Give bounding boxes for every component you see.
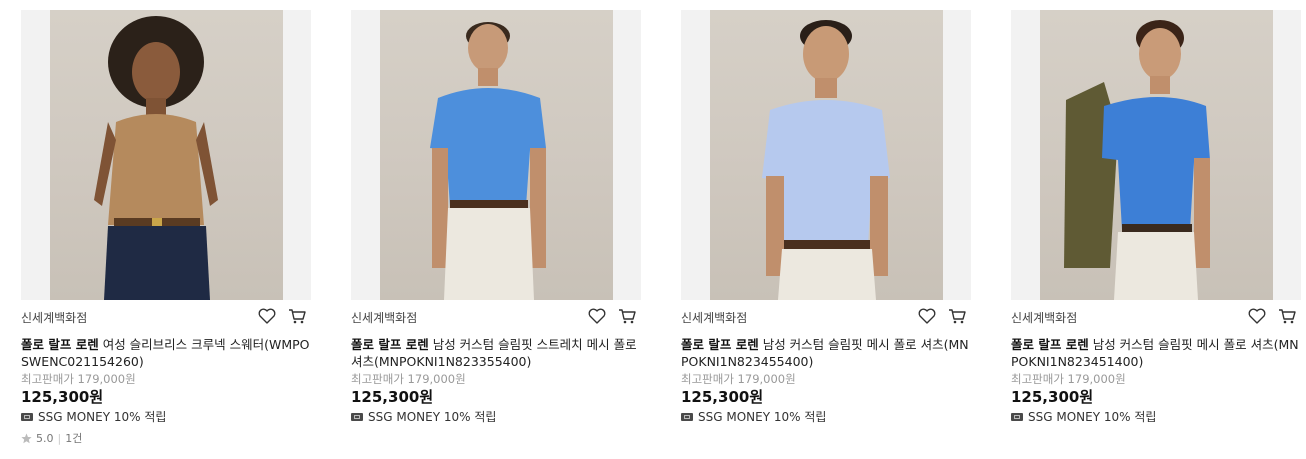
- ssg-money-icon: [21, 413, 33, 421]
- star-icon: [21, 433, 32, 443]
- rating-row: 5.0 | 1건: [21, 430, 311, 446]
- promo-badge: SSG MONEY 10% 적립: [351, 409, 641, 425]
- product-photo: [380, 10, 613, 300]
- ssg-money-icon: [681, 413, 693, 421]
- product-meta: 신세계백화점: [351, 306, 641, 334]
- sale-price: 125,300원: [1011, 388, 1094, 406]
- product-card[interactable]: 신세계백화점 폴로 랄프 로렌 남성 커스텀 슬림핏 메시 폴로 셔츠(MNPO…: [1011, 10, 1301, 425]
- product-title[interactable]: 폴로 랄프 로렌 여성 슬리브리스 크루넥 스웨터(WMPOSWENC02115…: [21, 336, 311, 370]
- seller-name: 신세계백화점: [21, 311, 88, 325]
- product-image[interactable]: [21, 10, 311, 300]
- product-card[interactable]: 신세계백화점 폴로 랄프 로렌 남성 커스텀 슬림핏 스트레치 메시 폴로셔츠(…: [351, 10, 641, 425]
- original-price: 최고판매가 179,000원: [21, 372, 136, 386]
- promo-text: SSG MONEY 10% 적립: [698, 410, 827, 424]
- sale-price: 125,300원: [681, 388, 764, 406]
- product-meta: 신세계백화점: [1011, 306, 1301, 334]
- heart-icon[interactable]: [1247, 306, 1267, 326]
- review-count: 1건: [65, 432, 83, 445]
- brand-name: 폴로 랄프 로렌: [21, 337, 99, 352]
- rating-score: 5.0: [36, 431, 54, 445]
- product-photo: [50, 10, 283, 300]
- promo-text: SSG MONEY 10% 적립: [368, 410, 497, 424]
- product-meta: 신세계백화점: [21, 306, 311, 334]
- product-title[interactable]: 폴로 랄프 로렌 남성 커스텀 슬림핏 스트레치 메시 폴로셔츠(MNPOKNI…: [351, 336, 641, 370]
- seller-name: 신세계백화점: [681, 311, 748, 325]
- promo-badge: SSG MONEY 10% 적립: [1011, 409, 1301, 425]
- product-title[interactable]: 폴로 랄프 로렌 남성 커스텀 슬림핏 메시 폴로 셔츠(MNPOKNI1N82…: [681, 336, 971, 370]
- cart-icon[interactable]: [287, 306, 307, 326]
- product-title[interactable]: 폴로 랄프 로렌 남성 커스텀 슬림핏 메시 폴로 셔츠(MNPOKNI1N82…: [1011, 336, 1301, 370]
- product-card[interactable]: 신세계백화점 폴로 랄프 로렌 여성 슬리브리스 크루넥 스웨터(WMPOSWE…: [21, 10, 311, 446]
- product-meta: 신세계백화점: [681, 306, 971, 334]
- brand-name: 폴로 랄프 로렌: [1011, 337, 1089, 352]
- brand-name: 폴로 랄프 로렌: [681, 337, 759, 352]
- original-price: 최고판매가 179,000원: [1011, 372, 1126, 386]
- product-image[interactable]: [1011, 10, 1301, 300]
- promo-text: SSG MONEY 10% 적립: [38, 410, 167, 424]
- sale-price: 125,300원: [21, 388, 104, 406]
- heart-icon[interactable]: [587, 306, 607, 326]
- product-image[interactable]: [351, 10, 641, 300]
- heart-icon[interactable]: [257, 306, 277, 326]
- product-card[interactable]: 신세계백화점 폴로 랄프 로렌 남성 커스텀 슬림핏 메시 폴로 셔츠(MNPO…: [681, 10, 971, 425]
- sale-price: 125,300원: [351, 388, 434, 406]
- product-photo: [710, 10, 943, 300]
- heart-icon[interactable]: [917, 306, 937, 326]
- promo-badge: SSG MONEY 10% 적립: [681, 409, 971, 425]
- cart-icon[interactable]: [947, 306, 967, 326]
- ssg-money-icon: [1011, 413, 1023, 421]
- product-grid: 신세계백화점 폴로 랄프 로렌 여성 슬리브리스 크루넥 스웨터(WMPOSWE…: [0, 0, 1306, 459]
- brand-name: 폴로 랄프 로렌: [351, 337, 429, 352]
- original-price: 최고판매가 179,000원: [351, 372, 466, 386]
- promo-text: SSG MONEY 10% 적립: [1028, 410, 1157, 424]
- original-price: 최고판매가 179,000원: [681, 372, 796, 386]
- ssg-money-icon: [351, 413, 363, 421]
- rating-separator: |: [57, 431, 62, 445]
- promo-badge: SSG MONEY 10% 적립: [21, 409, 311, 425]
- seller-name: 신세계백화점: [351, 311, 418, 325]
- product-image[interactable]: [681, 10, 971, 300]
- cart-icon[interactable]: [617, 306, 637, 326]
- cart-icon[interactable]: [1277, 306, 1297, 326]
- seller-name: 신세계백화점: [1011, 311, 1078, 325]
- product-photo: [1040, 10, 1273, 300]
